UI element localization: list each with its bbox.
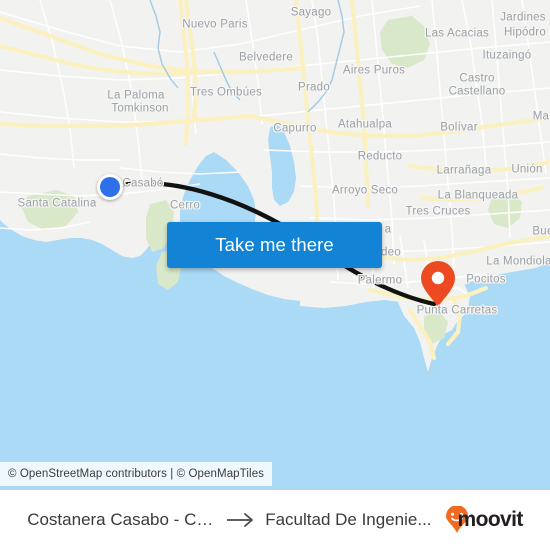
moovit-logo[interactable]: moovit [445, 506, 523, 534]
map-attribution[interactable]: © OpenStreetMap contributors | © OpenMap… [0, 462, 273, 486]
origin-station-label: Costanera Casabo - Cont. Ru... [27, 510, 217, 529]
origin-dot-marker[interactable] [97, 174, 123, 200]
destination-station-label: Facultad De Ingenie... [265, 510, 432, 529]
trip-footer-bar: Costanera Casabo - Cont. Ru... Facultad … [0, 490, 550, 550]
map-canvas[interactable]: Sayago Nuevo Paris Las Acacias Jardines Hipó… [0, 0, 550, 490]
arrow-right-icon [226, 512, 256, 528]
take-me-there-button[interactable]: Take me there [167, 222, 382, 268]
attribution-text: © OpenStreetMap contributors | © OpenMap… [8, 468, 265, 480]
moovit-wordmark: moovit [457, 508, 524, 531]
origin-dot-fill [100, 177, 120, 197]
moovit-trip-map-screen: Sayago Nuevo Paris Las Acacias Jardines Hipó… [0, 0, 550, 550]
